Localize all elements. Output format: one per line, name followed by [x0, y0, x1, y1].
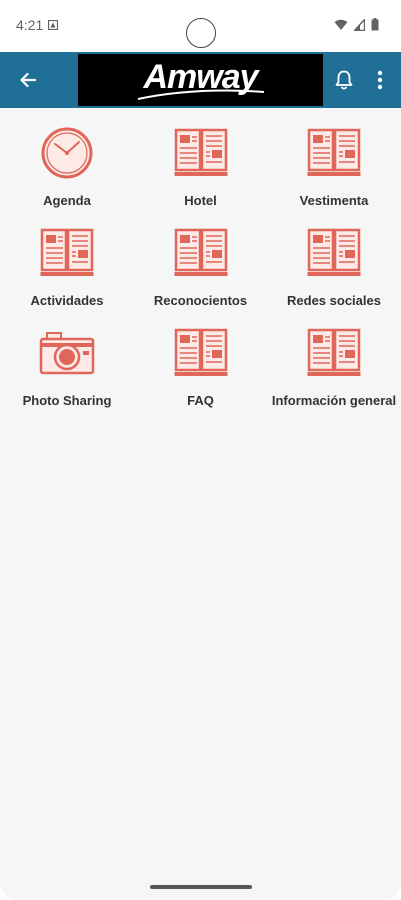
tile-label: Información general: [271, 393, 397, 408]
tile-label: Vestimenta: [299, 193, 369, 208]
app-bar: Amway: [0, 52, 401, 108]
book-icon: [171, 225, 231, 281]
more-vert-icon: [377, 70, 383, 90]
tile-label: FAQ: [187, 393, 214, 408]
notification-icon: [48, 20, 58, 30]
tile-photo-sharing[interactable]: Photo Sharing: [0, 325, 134, 411]
tile-label: Reconocientos: [153, 293, 248, 308]
book-icon: [171, 125, 231, 181]
bell-icon: [335, 70, 353, 90]
status-icons: [334, 18, 379, 31]
tile-label: Photo Sharing: [22, 393, 112, 408]
signal-icon: [354, 18, 365, 31]
logo-swoosh: [137, 89, 265, 100]
tile-reconocientos[interactable]: Reconocientos: [134, 225, 267, 311]
overflow-menu-button[interactable]: [368, 64, 392, 96]
book-icon: [304, 125, 364, 181]
battery-icon: [371, 18, 379, 31]
arrow-left-icon: [20, 72, 37, 88]
book-icon: [304, 225, 364, 281]
camera-icon: [37, 325, 97, 381]
amway-logo: Amway: [78, 54, 323, 106]
menu-grid: Agenda Hotel Vestimenta Actividades Reco…: [0, 125, 401, 411]
book-icon: [37, 225, 97, 281]
status-bar: 4:21: [0, 0, 401, 52]
tile-label: Agenda: [43, 193, 91, 208]
tile-label: Hotel: [184, 193, 217, 208]
tile-hotel[interactable]: Hotel: [134, 125, 267, 211]
book-icon: [171, 325, 231, 381]
notifications-button[interactable]: [328, 64, 360, 96]
home-indicator[interactable]: [150, 885, 252, 889]
tile-agenda[interactable]: Agenda: [0, 125, 134, 211]
tile-label: Redes sociales: [287, 293, 381, 308]
tile-informacion-general[interactable]: Información general: [267, 325, 401, 411]
camera-cutout: [186, 18, 216, 48]
tile-redes-sociales[interactable]: Redes sociales: [267, 225, 401, 311]
phone-screen: 4:21 Amway Agenda Hotel Vestimenta Activ…: [0, 0, 401, 900]
tile-actividades[interactable]: Actividades: [0, 225, 134, 311]
clock-icon: [37, 125, 97, 181]
tile-faq[interactable]: FAQ: [134, 325, 267, 411]
book-icon: [304, 325, 364, 381]
wifi-icon: [334, 19, 348, 30]
back-button[interactable]: [12, 64, 44, 96]
status-time: 4:21: [16, 17, 44, 33]
tile-label: Actividades: [30, 293, 104, 308]
tile-vestimenta[interactable]: Vestimenta: [267, 125, 401, 211]
